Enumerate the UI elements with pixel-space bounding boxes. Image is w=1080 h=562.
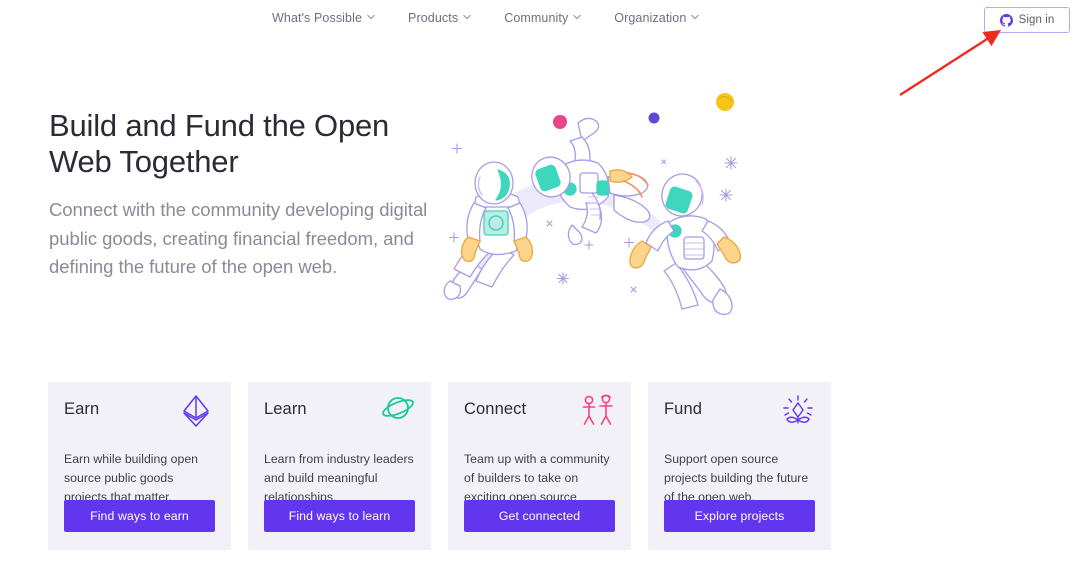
two-people-icon [581,394,615,428]
card-header: Earn [64,395,215,440]
card-title: Fund [664,400,703,418]
hero-text-block: Build and Fund the Open Web Together Con… [49,108,429,282]
nav-item-label: Organization [614,11,687,25]
chevron-down-icon [463,13,471,21]
nav-item-organization[interactable]: Organization [614,11,700,25]
nav-item-label: Products [408,11,459,25]
feature-cards: Earn Earn while building open source pub… [48,382,831,550]
explore-projects-button[interactable]: Explore projects [664,500,815,532]
astronaut-left [443,161,534,301]
get-connected-button[interactable]: Get connected [464,500,615,532]
ethereum-diamond-icon [181,394,215,428]
card-description: Support open source projects building th… [664,452,809,505]
find-ways-to-earn-button[interactable]: Find ways to earn [64,500,215,532]
github-icon [999,13,1013,27]
card-earn[interactable]: Earn Earn while building open source pub… [48,382,231,550]
card-title: Learn [264,400,307,418]
nav-item-label: What's Possible [272,11,363,25]
nav-item-community[interactable]: Community [504,11,581,25]
card-fund[interactable]: Fund Support open source projects buildi… [648,382,831,550]
sign-in-button[interactable]: Sign in [984,7,1070,33]
card-header: Learn [264,397,415,440]
card-header: Connect [464,394,615,440]
astronaut-right [629,173,742,315]
nav-item-products[interactable]: Products [408,11,471,25]
astronauts-in-space-illustration [432,85,762,325]
find-ways-to-learn-button[interactable]: Find ways to learn [264,500,415,532]
card-title: Earn [64,400,100,418]
card-description: Earn while building open source public g… [64,452,198,505]
nav-item-label: Community [504,11,569,25]
card-header: Fund [664,395,815,440]
sign-in-label: Sign in [1018,14,1055,26]
nav-item-whats-possible[interactable]: What's Possible [272,11,375,25]
main-nav: What's Possible Products Community Organ… [272,11,700,25]
sprout-sparkle-icon [781,394,815,428]
blue-dot [648,112,660,124]
card-connect[interactable]: Connect Team up with a community of buil… [448,382,631,550]
planet-ring-icon [381,394,415,428]
yellow-planet [716,93,734,111]
card-description: Learn from industry leaders and build me… [264,452,414,505]
chevron-down-icon [691,13,700,21]
page-title: Build and Fund the Open Web Together [49,108,390,179]
chevron-down-icon [367,13,375,21]
card-learn[interactable]: Learn Learn from industry leaders and bu… [248,382,431,550]
card-title: Connect [464,400,527,418]
chevron-down-icon [573,13,581,21]
hero-subtitle: Connect with the community developing di… [49,198,428,278]
astronaut-center [531,117,651,246]
top-navigation-bar: What's Possible Products Community Organ… [0,0,1080,40]
